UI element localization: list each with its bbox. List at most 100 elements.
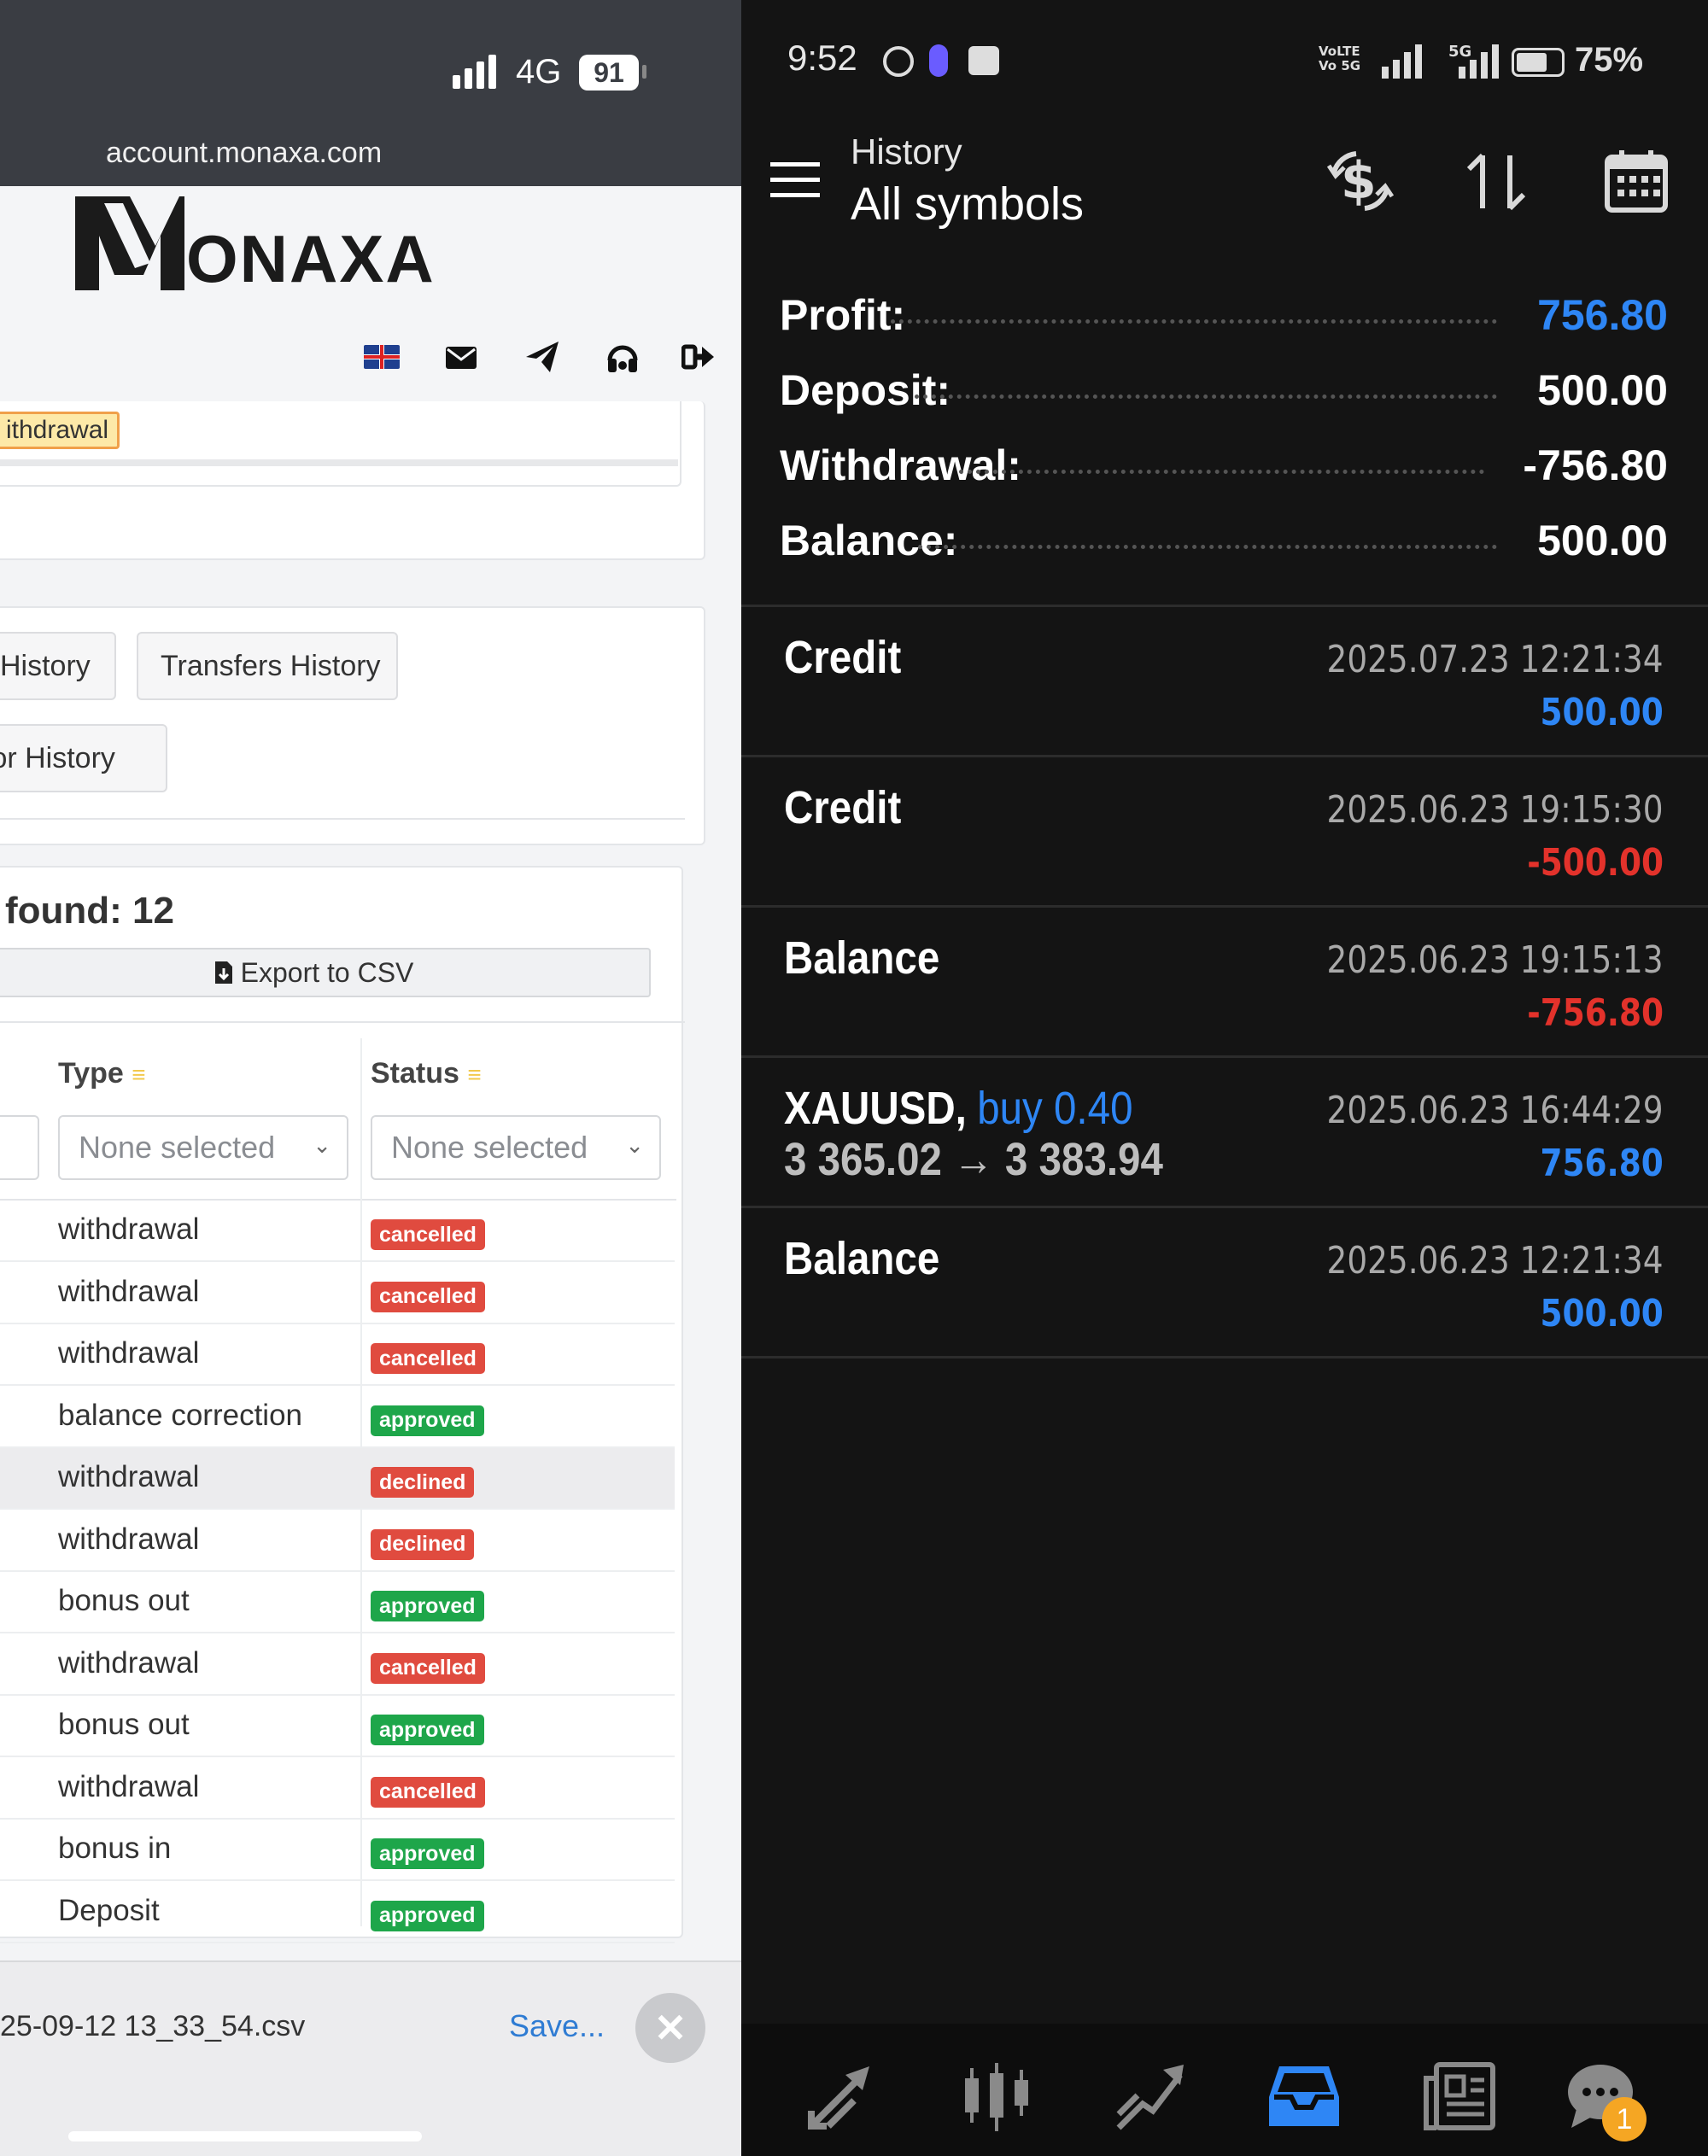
- sort-icon[interactable]: ≡: [132, 1061, 145, 1088]
- table-row[interactable]: withdrawal cancelled: [0, 1263, 675, 1324]
- account-inner-box: ithdrawal: [0, 401, 681, 487]
- sort-icon[interactable]: [1464, 152, 1529, 212]
- currency-exchange-icon[interactable]: $: [1322, 147, 1399, 215]
- battery-level: 91: [594, 57, 624, 88]
- table-row[interactable]: Deposit approved: [0, 1882, 675, 1943]
- table-row[interactable]: withdrawal cancelled: [0, 1758, 675, 1820]
- table-row[interactable]: bonus out approved: [0, 1696, 675, 1757]
- withdrawal-badge[interactable]: ithdrawal: [0, 412, 120, 449]
- deal-time: 2025.06.23 19:15:30: [1326, 788, 1664, 832]
- status-badge: cancelled: [371, 1343, 485, 1374]
- table-row[interactable]: withdrawal declined: [0, 1510, 675, 1572]
- row-type: withdrawal: [58, 1212, 200, 1246]
- close-icon: ✕: [653, 2006, 687, 2050]
- deal-row[interactable]: Credit 2025.06.23 19:15:30 -500.00: [741, 755, 1708, 905]
- logout-icon[interactable]: [681, 342, 716, 377]
- sort-icon[interactable]: ≡: [467, 1061, 481, 1088]
- app-notification-icon: [929, 44, 948, 77]
- chart-candles-icon[interactable]: [958, 2058, 1035, 2135]
- row-type: withdrawal: [58, 1769, 200, 1803]
- phone-status-bar: 9:52 VoLTE Vo 5G 5G 75%: [741, 0, 1708, 128]
- results-card: found: 12 Export to CSV Type ≡ Status ≡ …: [0, 866, 685, 1943]
- deal-amount: -756.80: [1527, 991, 1664, 1035]
- deal-amount: 756.80: [1540, 1142, 1664, 1185]
- chevron-down-icon: ⌄: [313, 1132, 331, 1158]
- table-row[interactable]: balance correction approved: [0, 1387, 675, 1448]
- export-csv-button[interactable]: Export to CSV: [0, 948, 651, 997]
- close-download-button[interactable]: ✕: [635, 1993, 705, 2063]
- deal-name: Credit: [784, 781, 901, 834]
- status-badge: cancelled: [371, 1219, 485, 1250]
- chat-badge-count: 1: [1616, 2103, 1633, 2136]
- chat-unread-badge: 1: [1602, 2097, 1647, 2141]
- volte-label: VoLTE Vo 5G: [1319, 44, 1360, 73]
- deal-amount: -500.00: [1527, 841, 1664, 885]
- deal-row[interactable]: Balance 2025.06.23 19:15:13 -756.80: [741, 905, 1708, 1055]
- column-header-type[interactable]: Type ≡: [58, 1057, 146, 1090]
- deal-amount: 500.00: [1540, 691, 1664, 734]
- tab-history[interactable]: History: [0, 632, 116, 700]
- mail-icon[interactable]: [446, 347, 477, 369]
- table-row[interactable]: withdrawal cancelled: [0, 1324, 675, 1386]
- summary-value: 500.00: [1537, 517, 1668, 564]
- summary-row: Balance: 500.00: [780, 516, 1668, 576]
- news-icon[interactable]: [1421, 2058, 1498, 2135]
- deal-row[interactable]: Credit 2025.07.23 12:21:34 500.00: [741, 605, 1708, 755]
- deal-amount: 500.00: [1540, 1292, 1664, 1335]
- results-count: found: 12: [5, 890, 174, 932]
- network-type: 4G: [516, 53, 562, 91]
- prev-column-filter[interactable]: [0, 1115, 39, 1180]
- uk-flag-icon[interactable]: [364, 345, 400, 369]
- row-type: balance correction: [58, 1398, 302, 1432]
- summary-label: Withdrawal:: [780, 441, 1021, 489]
- history-tabs-card: History Transfers History tor History: [0, 606, 705, 845]
- support-headset-icon[interactable]: [605, 340, 640, 382]
- type-filter-select[interactable]: None selected ⌄: [58, 1115, 348, 1180]
- dotted-leader: [915, 394, 1497, 399]
- table-row[interactable]: withdrawal cancelled: [0, 1634, 675, 1696]
- url-bar[interactable]: account.monaxa.com: [106, 137, 382, 170]
- account-card: ithdrawal: [0, 401, 705, 560]
- download-filename: 25-09-12 13_33_54.csv: [0, 2010, 306, 2042]
- summary-value: 500.00: [1537, 366, 1668, 414]
- volte-text: VoLTE: [1319, 44, 1360, 59]
- row-type: withdrawal: [58, 1522, 200, 1556]
- trade-icon[interactable]: [1112, 2058, 1189, 2135]
- chat-icon[interactable]: 1: [1565, 2058, 1647, 2141]
- row-type: withdrawal: [58, 1274, 200, 1308]
- table-row[interactable]: withdrawal cancelled: [0, 1201, 675, 1262]
- status-badge: approved: [371, 1838, 484, 1869]
- telegram-icon[interactable]: [524, 340, 560, 378]
- table-row[interactable]: withdrawal declined: [0, 1448, 675, 1510]
- table-row[interactable]: bonus out approved: [0, 1572, 675, 1633]
- monaxa-logo[interactable]: ONAXA: [70, 186, 434, 297]
- clock: 9:52: [787, 38, 857, 78]
- table-row[interactable]: bonus in approved: [0, 1820, 675, 1881]
- summary-value: 756.80: [1537, 291, 1668, 339]
- deal-name: XAUUSD, buy 0.40: [784, 1082, 1132, 1135]
- list-end-divider: [741, 1356, 1708, 1358]
- status-badge: approved: [371, 1900, 484, 1931]
- history-inbox-icon[interactable]: [1266, 2058, 1342, 2135]
- bottom-navigation: 1: [741, 2024, 1708, 2156]
- tab-ib-monitor-history[interactable]: tor History: [0, 724, 167, 792]
- deal-symbol: Balance: [784, 1233, 940, 1284]
- deal-row[interactable]: Balance 2025.06.23 12:21:34 500.00: [741, 1206, 1708, 1356]
- deal-row[interactable]: XAUUSD, buy 0.40 3 365.02 → 3 383.94 2025.0…: [741, 1055, 1708, 1206]
- tab-transfers-history[interactable]: Transfers History: [137, 632, 398, 700]
- file-download-icon: [214, 961, 232, 984]
- column-header-status[interactable]: Status ≡: [371, 1057, 482, 1090]
- dotted-leader: [918, 545, 1497, 549]
- quotes-icon[interactable]: [803, 2058, 880, 2135]
- logo-text: ONAXA: [186, 221, 436, 296]
- svg-text:$: $: [1341, 151, 1377, 211]
- menu-icon[interactable]: [770, 162, 822, 200]
- battery-percent: 75%: [1575, 41, 1644, 79]
- status-badge: approved: [371, 1591, 484, 1621]
- tab-transfers-history-label: Transfers History: [161, 649, 381, 682]
- calendar-icon[interactable]: [1604, 149, 1669, 213]
- status-filter-select[interactable]: None selected ⌄: [371, 1115, 661, 1180]
- save-download-button[interactable]: Save...: [509, 2008, 605, 2044]
- summary-value: -756.80: [1523, 441, 1668, 489]
- symbol-filter[interactable]: All symbols: [851, 178, 1084, 231]
